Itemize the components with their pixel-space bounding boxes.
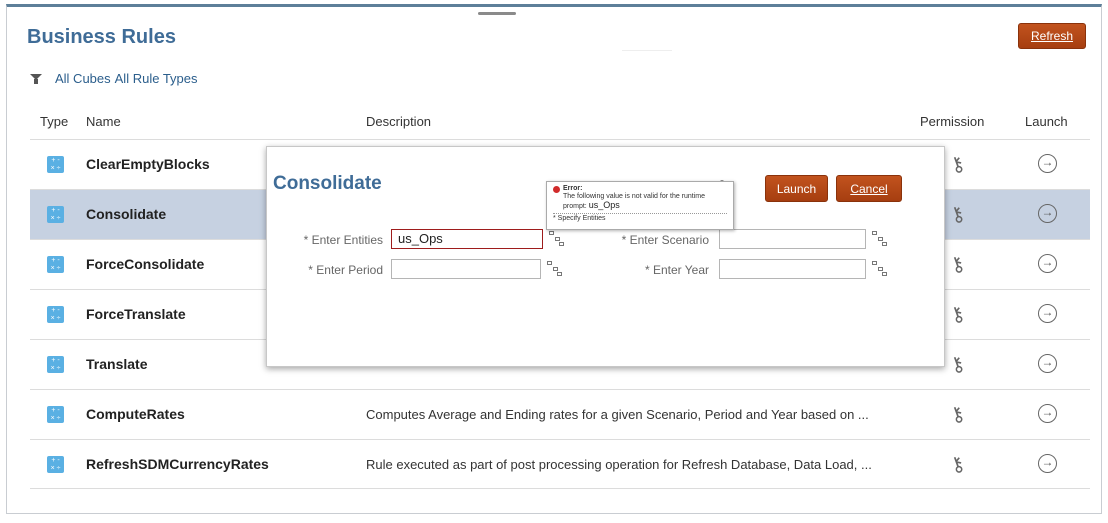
launch-arrow-icon[interactable]: →: [1038, 254, 1057, 273]
column-permission[interactable]: Permission: [920, 114, 984, 129]
launch-arrow-icon[interactable]: →: [1038, 204, 1057, 223]
launch-button[interactable]: Launch: [765, 175, 828, 202]
member-selector-icon[interactable]: [872, 261, 888, 277]
launch-arrow-icon[interactable]: →: [1038, 354, 1057, 373]
launch-arrow-icon[interactable]: →: [1038, 154, 1057, 173]
error-message-text: The following value is not valid for the…: [563, 193, 706, 210]
period-label: * Enter Period: [308, 263, 383, 277]
member-selector-icon[interactable]: [549, 231, 565, 247]
calculator-icon: + - × ÷: [47, 306, 64, 323]
entities-label: * Enter Entities: [303, 233, 383, 247]
filter-rule-types[interactable]: All Rule Types: [115, 71, 198, 86]
filter-bar: All Cubes All Rule Types: [30, 71, 202, 86]
rule-name[interactable]: ClearEmptyBlocks: [86, 156, 210, 172]
calculator-icon: + - × ÷: [47, 256, 64, 273]
column-type[interactable]: Type: [40, 114, 68, 129]
scenario-label: * Enter Scenario: [621, 233, 709, 247]
error-message: The following value is not valid for the…: [553, 193, 727, 211]
key-icon[interactable]: ⚷: [946, 200, 968, 229]
filter-cubes[interactable]: All Cubes: [55, 71, 111, 86]
calculator-icon: + - × ÷: [47, 156, 64, 173]
calculator-icon: + - × ÷: [47, 356, 64, 373]
error-tooltip: Error: The following value is not valid …: [546, 181, 734, 230]
column-name[interactable]: Name: [86, 114, 121, 129]
refresh-button[interactable]: Refresh: [1018, 23, 1086, 49]
entities-input[interactable]: us_Ops: [391, 229, 543, 249]
launch-arrow-icon[interactable]: →: [1038, 454, 1057, 473]
rule-name[interactable]: ComputeRates: [86, 406, 185, 422]
column-launch[interactable]: Launch: [1025, 114, 1068, 129]
member-selector-icon[interactable]: [547, 261, 563, 277]
runtime-prompt-dialog: Consolidate Launch Cancel * Enter Entiti…: [266, 146, 945, 367]
rule-name[interactable]: ForceTranslate: [86, 306, 186, 322]
key-icon[interactable]: ⚷: [946, 350, 968, 379]
scenario-input[interactable]: [719, 229, 866, 249]
error-value: us_Ops: [588, 200, 620, 210]
key-icon[interactable]: ⚷: [946, 450, 968, 479]
member-selector-icon[interactable]: [872, 231, 888, 247]
column-description[interactable]: Description: [366, 114, 431, 129]
calculator-icon: + - × ÷: [47, 206, 64, 223]
dialog-title: Consolidate: [273, 173, 382, 194]
calculator-icon: + - × ÷: [47, 406, 64, 423]
page-title: Business Rules: [27, 26, 176, 48]
table-row[interactable]: + - × ÷ RefreshSDMCurrencyRates Rule exec…: [30, 439, 1090, 489]
rule-description: Rule executed as part of post processing…: [366, 457, 872, 472]
rule-name[interactable]: Translate: [86, 356, 147, 372]
table-row[interactable]: + - × ÷ ComputeRates Computes Average and…: [30, 389, 1090, 439]
filter-icon[interactable]: [30, 73, 42, 85]
rule-name[interactable]: ForceConsolidate: [86, 256, 204, 272]
drag-handle[interactable]: [478, 12, 516, 15]
key-icon[interactable]: ⚷: [946, 400, 968, 429]
key-icon[interactable]: ⚷: [946, 150, 968, 179]
launch-arrow-icon[interactable]: →: [1038, 304, 1057, 323]
rule-name[interactable]: RefreshSDMCurrencyRates: [86, 456, 269, 472]
launch-arrow-icon[interactable]: →: [1038, 404, 1057, 423]
cancel-button[interactable]: Cancel: [836, 175, 902, 202]
key-icon[interactable]: ⚷: [946, 300, 968, 329]
key-icon[interactable]: ⚷: [946, 250, 968, 279]
rule-name[interactable]: Consolidate: [86, 206, 166, 222]
rule-description: Computes Average and Ending rates for a …: [366, 407, 869, 422]
error-heading: Error:: [553, 185, 727, 193]
year-input[interactable]: [719, 259, 866, 279]
divider: [622, 50, 672, 51]
error-title: Error:: [563, 185, 583, 192]
table-header: Type Name Description Permission Launch: [30, 110, 1090, 136]
year-label: * Enter Year: [644, 263, 709, 277]
error-icon: [553, 185, 560, 193]
error-hint: * Specify Entities: [553, 213, 727, 223]
period-input[interactable]: [391, 259, 541, 279]
calculator-icon: + - × ÷: [47, 456, 64, 473]
